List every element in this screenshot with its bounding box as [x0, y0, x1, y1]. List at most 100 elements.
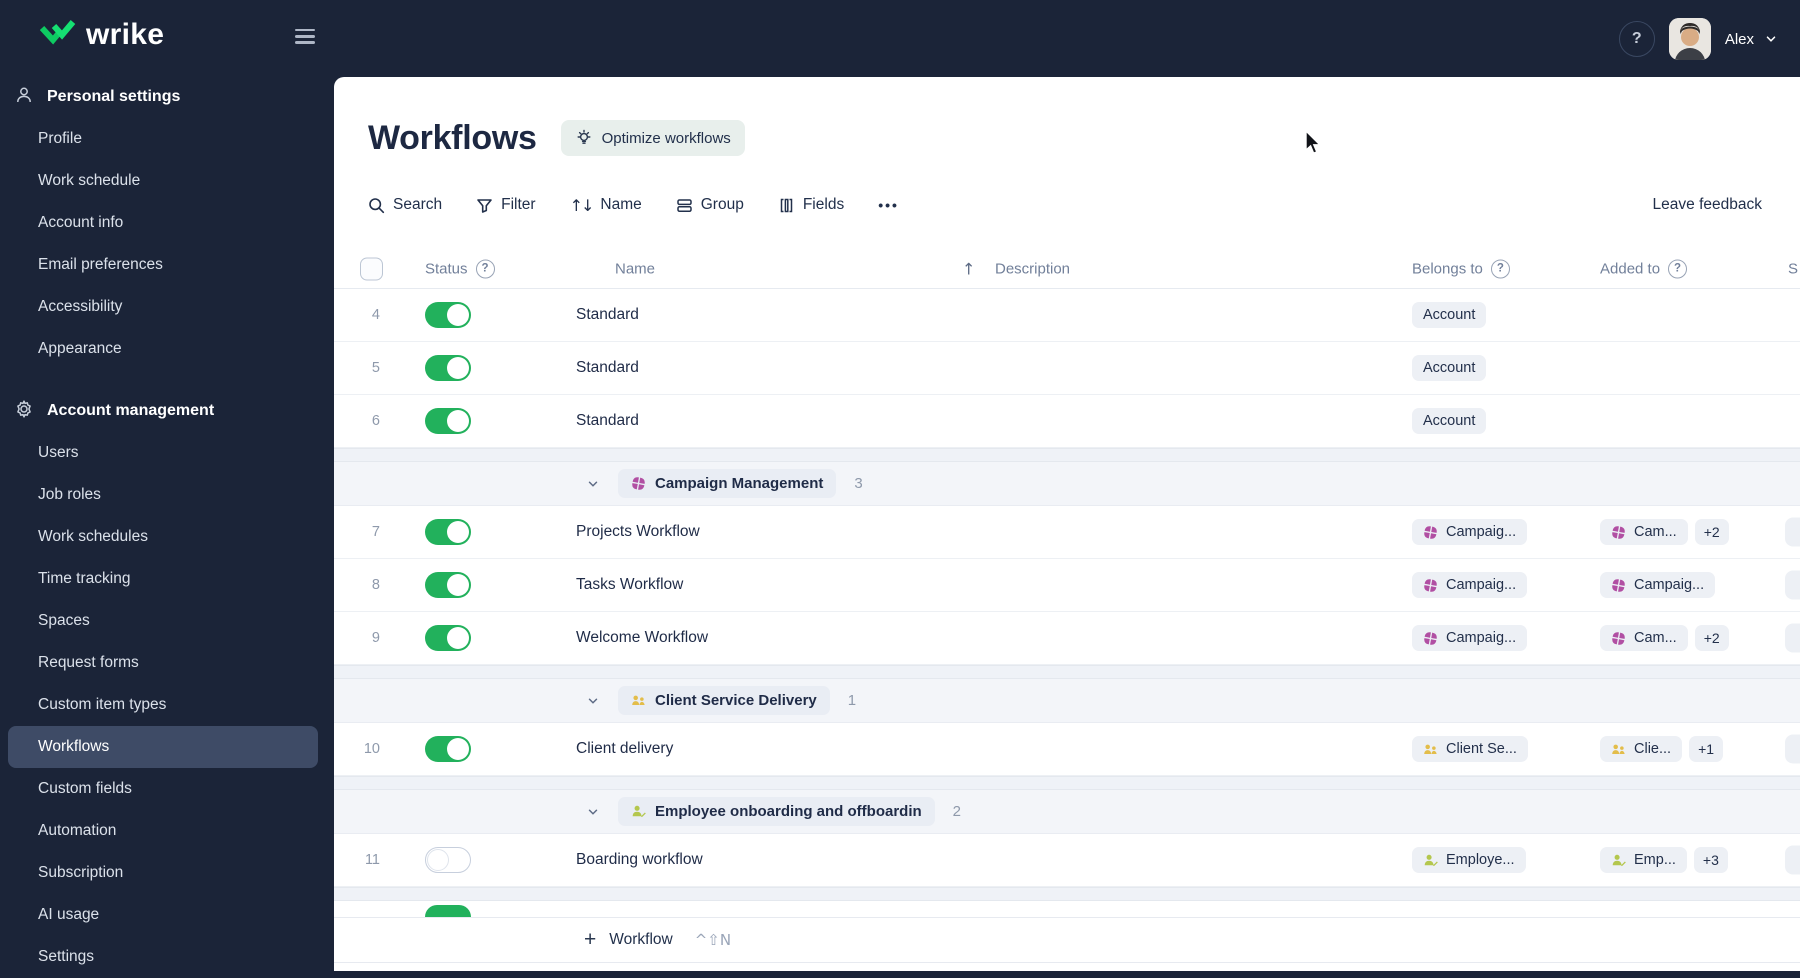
sidebar-item-job-roles[interactable]: Job roles [0, 474, 334, 516]
group-collapse-chevron[interactable] [586, 477, 600, 491]
workflow-name[interactable]: Client delivery [576, 740, 673, 758]
user-name[interactable]: Alex [1725, 31, 1754, 48]
group-divider [334, 448, 1800, 462]
column-description[interactable]: Description [995, 260, 1070, 277]
sidebar-item-custom-fields[interactable]: Custom fields [0, 768, 334, 810]
column-status[interactable]: Status ? [425, 259, 495, 278]
fields-button[interactable]: Fields [778, 196, 844, 214]
row-number: 9 [371, 630, 380, 646]
sidebar-item-request-forms[interactable]: Request forms [0, 642, 334, 684]
workflow-name[interactable]: Boarding workflow [576, 851, 703, 869]
sidebar-item-custom-item-types[interactable]: Custom item types [0, 684, 334, 726]
status-toggle[interactable] [425, 408, 471, 434]
workflow-name[interactable]: Welcome Workflow [576, 629, 708, 647]
chevron-down-icon[interactable] [1764, 32, 1778, 46]
workflow-name[interactable]: Projects Workflow [576, 523, 700, 541]
sidebar-item-account-info[interactable]: Account info [0, 202, 334, 244]
status-toggle[interactable] [425, 355, 471, 381]
sidebar-item-users[interactable]: Users [0, 432, 334, 474]
add-workflow-button[interactable]: + Workflow ^⇧N [334, 917, 1800, 963]
sort-asc-icon[interactable]: ↑ [962, 259, 975, 278]
sidebar-section-account-management: Account management Users Job roles Work sch… [0, 390, 334, 978]
belongs-to-chip: Account [1412, 302, 1487, 328]
status-help-icon[interactable]: ? [475, 259, 495, 278]
added-to-more-chip[interactable]: +2 [1694, 519, 1729, 545]
optimize-workflows-button[interactable]: Optimize workflows [560, 120, 745, 156]
leave-feedback-button[interactable]: Leave feedback [1647, 195, 1768, 215]
sidebar-item-work-schedules[interactable]: Work schedules [0, 516, 334, 558]
sidebar-item-settings[interactable]: Settings [0, 936, 334, 978]
shared-chip-partial [1785, 623, 1800, 653]
person-icon [14, 85, 34, 110]
status-toggle[interactable] [425, 736, 471, 762]
sidebar-item-workflows[interactable]: Workflows [8, 726, 318, 768]
table-row[interactable]: 11 Boarding workflow Employe... Emp... +3 [334, 834, 1800, 887]
select-all-checkbox[interactable] [360, 257, 383, 280]
table-row[interactable]: 5 Standard Account [334, 342, 1800, 395]
lightbulb-icon [577, 129, 591, 144]
workflow-name[interactable]: Standard [576, 306, 639, 324]
employee-space-icon [1612, 854, 1626, 866]
sidebar-item-work-schedule[interactable]: Work schedule [0, 160, 334, 202]
table-row[interactable]: 7 Projects Workflow Campaig... Cam... +2 [334, 506, 1800, 559]
belongs-to-help-icon[interactable]: ? [1490, 259, 1510, 278]
campaign-space-icon [1424, 525, 1437, 539]
search-button[interactable]: Search [368, 196, 442, 214]
workflow-name[interactable]: Standard [576, 412, 639, 430]
table-row[interactable]: 6 Standard Account [334, 395, 1800, 448]
toggle-knob [447, 627, 469, 649]
fields-icon [780, 198, 793, 212]
belongs-to-chip: Account [1412, 355, 1487, 381]
column-added-to[interactable]: Added to ? [1600, 259, 1688, 278]
table-row[interactable]: 10 Client delivery Client Se... Clie... +1 [334, 723, 1800, 776]
added-to-more-chip[interactable]: +3 [1693, 847, 1728, 873]
group-space-chip[interactable]: Client Service Delivery [618, 686, 830, 715]
table-row[interactable]: 4 Standard Account [334, 289, 1800, 342]
added-to-more-chip[interactable]: +2 [1694, 625, 1729, 651]
sidebar-item-profile[interactable]: Profile [0, 118, 334, 160]
group-collapse-chevron[interactable] [586, 694, 600, 708]
workflow-name[interactable]: Tasks Workflow [576, 576, 683, 594]
row-number: 10 [363, 741, 380, 757]
sidebar-item-accessibility[interactable]: Accessibility [0, 286, 334, 328]
group-divider [334, 887, 1800, 901]
status-toggle[interactable] [425, 572, 471, 598]
status-toggle[interactable] [425, 847, 471, 873]
column-name[interactable]: Name [615, 260, 655, 277]
group-header-row: Client Service Delivery 1 [334, 679, 1800, 723]
sort-button[interactable]: ↑↓ Name [570, 196, 642, 215]
column-belongs-to[interactable]: Belongs to ? [1412, 259, 1510, 278]
added-to-more-chip[interactable]: +1 [1689, 736, 1724, 762]
help-icon[interactable]: ? [1618, 21, 1655, 57]
status-toggle-partial[interactable] [425, 905, 471, 917]
sidebar-item-time-tracking[interactable]: Time tracking [0, 558, 334, 600]
group-collapse-chevron[interactable] [586, 805, 600, 819]
sidebar-item-spaces[interactable]: Spaces [0, 600, 334, 642]
status-toggle[interactable] [425, 302, 471, 328]
table-row[interactable]: 8 Tasks Workflow Campaig... Campaig... [334, 559, 1800, 612]
avatar[interactable] [1668, 18, 1711, 60]
sidebar-item-automation[interactable]: Automation [0, 810, 334, 852]
group-button[interactable]: Group [676, 196, 744, 214]
toggle-knob [447, 410, 469, 432]
sidebar-item-email-preferences[interactable]: Email preferences [0, 244, 334, 286]
group-space-chip[interactable]: Campaign Management [618, 469, 837, 498]
sidebar-header-account-management[interactable]: Account management [0, 390, 334, 432]
workflow-name[interactable]: Standard [576, 359, 639, 377]
more-actions-button[interactable]: ••• [878, 197, 899, 213]
filter-button[interactable]: Filter [476, 196, 536, 214]
column-shared[interactable]: S [1788, 260, 1798, 277]
sidebar-item-appearance[interactable]: Appearance [0, 328, 334, 370]
sidebar-item-subscription[interactable]: Subscription [0, 852, 334, 894]
campaign-space-icon [1612, 631, 1625, 645]
group-space-chip[interactable]: Employee onboarding and offboardin [618, 797, 935, 826]
table-row[interactable]: 9 Welcome Workflow Campaig... Cam... +2 [334, 612, 1800, 665]
status-toggle[interactable] [425, 625, 471, 651]
client-space-icon [632, 695, 645, 705]
toolbar: Search Filter ↑↓ Name Group Fields ••• L… [334, 187, 1800, 223]
added-to-help-icon[interactable]: ? [1668, 259, 1688, 278]
belongs-to-chip: Campaig... [1412, 625, 1528, 651]
sidebar-item-ai-usage[interactable]: AI usage [0, 894, 334, 936]
sidebar-header-personal-settings[interactable]: Personal settings [0, 76, 334, 118]
status-toggle[interactable] [425, 519, 471, 545]
